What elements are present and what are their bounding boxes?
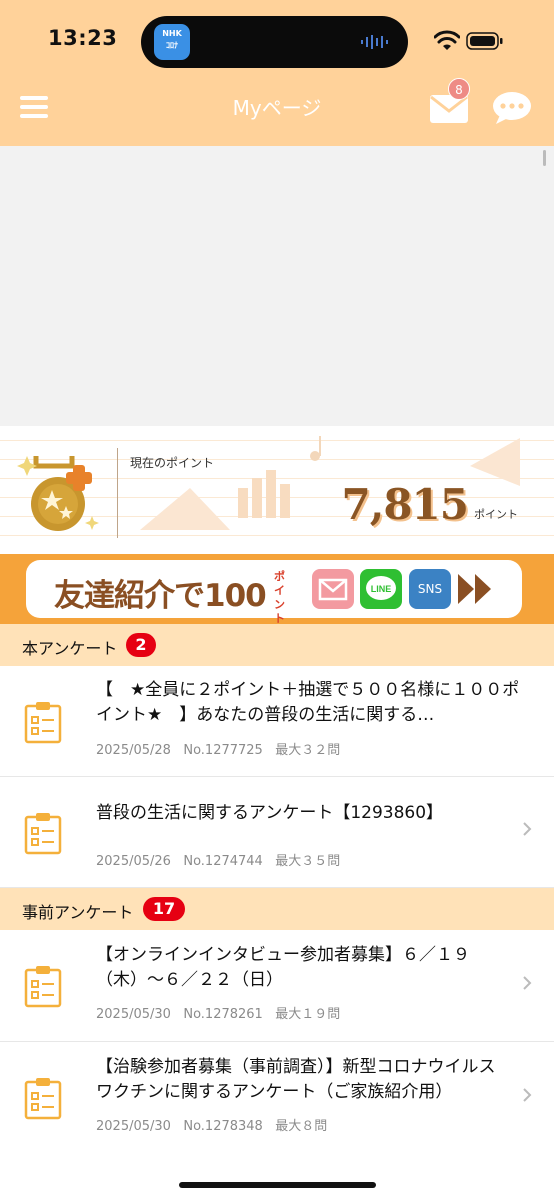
point-plus-icon bbox=[17, 456, 99, 531]
referral-line-icon: LINE bbox=[360, 569, 402, 609]
referral-mail-icon bbox=[312, 569, 354, 609]
survey-date: 2025/05/26 bbox=[96, 854, 171, 869]
survey-meta: 2025/05/28 No.1277725 最大３２問 bbox=[96, 739, 340, 758]
survey-meta: 2025/05/30 No.1278261 最大１９問 bbox=[96, 1003, 340, 1022]
ad-area bbox=[0, 146, 554, 426]
survey-max-questions: 最大８問 bbox=[275, 1119, 328, 1134]
survey-list-item[interactable]: 【治験参加者募集（事前調査）】新型コロナウイルスワクチンに関するアンケート（ご家… bbox=[0, 1042, 554, 1154]
referral-banner[interactable]: 友達紹介で100 ポイント LINE SNS bbox=[0, 554, 554, 625]
points-banner[interactable]: 現在のポイント 7,815 ポイント bbox=[0, 426, 554, 554]
scrollbar[interactable] bbox=[543, 150, 546, 166]
dynamic-island: NHK ｺﾛﾅ bbox=[141, 16, 408, 68]
mail-unread-badge: 8 bbox=[448, 78, 470, 100]
survey-max-questions: 最大３２問 bbox=[275, 743, 341, 758]
arrow-icon bbox=[458, 574, 474, 604]
section-header-main-survey: 本アンケート 2 bbox=[0, 624, 554, 666]
nhk-app-icon[interactable]: NHK ｺﾛﾅ bbox=[154, 24, 190, 60]
wifi-icon bbox=[434, 30, 460, 50]
chevron-right-icon bbox=[523, 1088, 532, 1102]
chevron-right-icon bbox=[523, 822, 532, 836]
section-header-pre-survey: 事前アンケート 17 bbox=[0, 888, 554, 930]
battery-icon bbox=[466, 32, 503, 50]
page-title: Myページ bbox=[232, 96, 322, 120]
points-label: 現在のポイント bbox=[130, 456, 215, 470]
referral-text: 友達紹介で100 bbox=[54, 578, 267, 614]
survey-list-item[interactable]: 普段の生活に関するアンケート【1293860】 2025/05/26 No.12… bbox=[0, 777, 554, 888]
survey-date: 2025/05/30 bbox=[96, 1007, 171, 1022]
survey-list-item[interactable]: 【 ★全員に２ポイント＋抽選で５００名様に１００ポイント★ 】あなたの普段の生活… bbox=[0, 666, 554, 777]
survey-number: No.1277725 bbox=[183, 743, 263, 758]
section-title: 本アンケート bbox=[22, 639, 118, 658]
home-indicator[interactable] bbox=[179, 1182, 376, 1188]
survey-max-questions: 最大３５問 bbox=[275, 854, 341, 869]
points-unit: ポイント bbox=[474, 508, 518, 521]
chevron-right-icon bbox=[523, 976, 532, 990]
survey-title: 【治験参加者募集（事前調査）】新型コロナウイルスワクチンに関するアンケート（ご家… bbox=[96, 1057, 496, 1102]
chat-icon[interactable] bbox=[492, 91, 532, 125]
audio-wave-icon bbox=[361, 35, 388, 49]
status-bar: 13:23 NHK ｺﾛﾅ bbox=[0, 0, 554, 80]
survey-title: 【オンラインインタビュー参加者募集】６／１９（木）～６／２２（日） bbox=[96, 945, 470, 990]
line-label: LINE bbox=[371, 584, 392, 594]
survey-list-item[interactable]: 【オンラインインタビュー参加者募集】６／１９（木）～６／２２（日） 2025/0… bbox=[0, 930, 554, 1042]
section-count-badge: 2 bbox=[126, 633, 156, 657]
survey-meta: 2025/05/30 No.1278348 最大８問 bbox=[96, 1115, 327, 1134]
survey-title: 【 ★全員に２ポイント＋抽選で５００名様に１００ポイント★ 】あなたの普段の生活… bbox=[96, 680, 520, 725]
mypage-screen: 13:23 NHK ｺﾛﾅ Myページ 8 現在のポイント 7,815 ポイント… bbox=[0, 0, 554, 1200]
app-header: Myページ bbox=[0, 80, 554, 146]
survey-date: 2025/05/30 bbox=[96, 1119, 171, 1134]
clipboard-icon bbox=[24, 702, 62, 744]
referral-point-label: ポイント bbox=[274, 570, 285, 625]
survey-number: No.1278261 bbox=[183, 1007, 263, 1022]
referral-sns-icon: SNS bbox=[409, 569, 451, 609]
arrow-icon bbox=[475, 574, 491, 604]
survey-date: 2025/05/28 bbox=[96, 743, 171, 758]
clipboard-icon bbox=[24, 813, 62, 855]
points-value: 7,815 bbox=[341, 480, 469, 529]
survey-title: 普段の生活に関するアンケート【1293860】 bbox=[96, 803, 444, 823]
survey-meta: 2025/05/26 No.1274744 最大３５問 bbox=[96, 850, 340, 869]
referral-card: 友達紹介で100 ポイント LINE SNS bbox=[26, 560, 522, 625]
clipboard-icon bbox=[24, 1078, 62, 1120]
section-title: 事前アンケート bbox=[22, 903, 134, 922]
points-divider bbox=[117, 448, 118, 538]
section-count-badge: 17 bbox=[143, 897, 185, 921]
clipboard-icon bbox=[24, 966, 62, 1008]
points-decoration bbox=[17, 436, 520, 531]
status-time: 13:23 bbox=[48, 26, 118, 50]
survey-max-questions: 最大１９問 bbox=[275, 1007, 341, 1022]
survey-number: No.1278348 bbox=[183, 1119, 263, 1134]
survey-number: No.1274744 bbox=[183, 854, 263, 869]
